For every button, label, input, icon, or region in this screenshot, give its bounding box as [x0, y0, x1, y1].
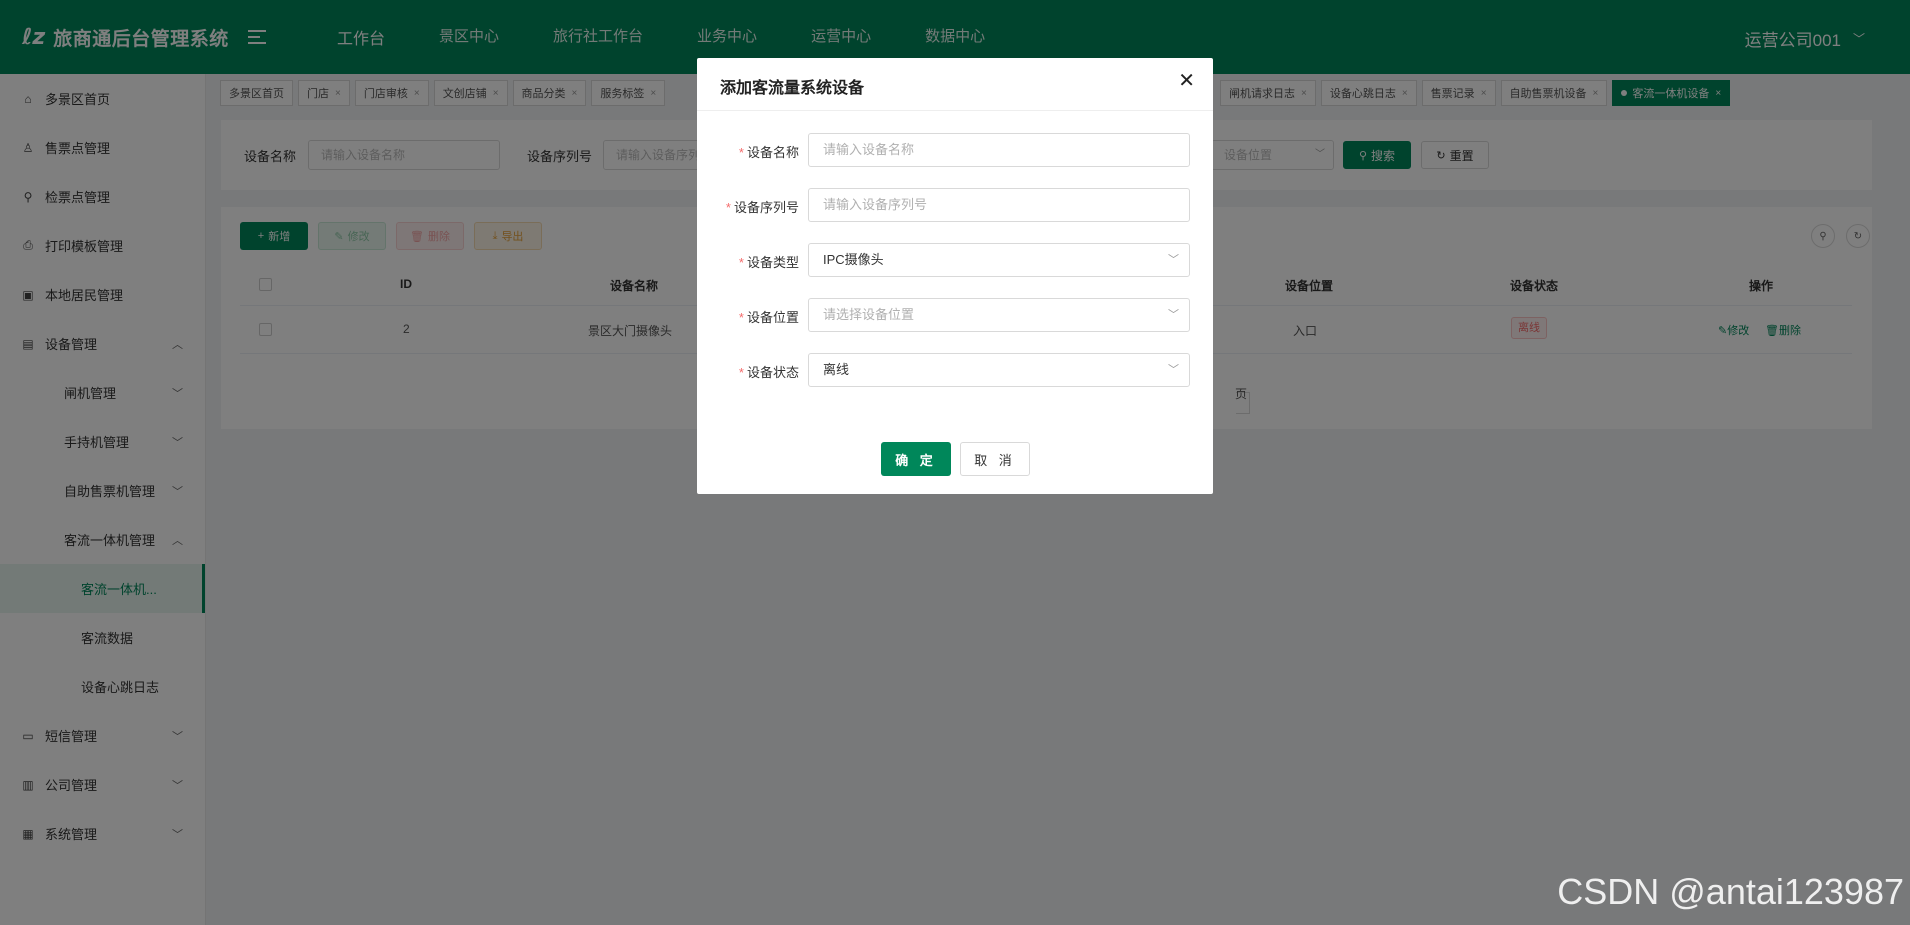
close-icon[interactable]: ✕ — [1178, 71, 1195, 91]
device-status-label: * 设备状态 — [738, 365, 799, 380]
chevron-down-icon: ﹀ — [1168, 364, 1179, 376]
device-name-input[interactable]: 请输入设备名称 — [808, 133, 1190, 167]
cancel-button[interactable]: 取 消 — [960, 442, 1030, 476]
device-location-select[interactable]: 请选择设备位置 ﹀ — [808, 298, 1190, 332]
device-type-label: * 设备类型 — [738, 255, 799, 270]
device-location-label: * 设备位置 — [738, 310, 799, 325]
watermark: CSDN @antai123987 — [1557, 871, 1904, 912]
device-serial-input[interactable]: 请输入设备序列号 — [808, 188, 1190, 222]
dialog-title: 添加客流量系统设备 — [720, 80, 865, 97]
device-status-select[interactable]: 离线 ﹀ — [808, 353, 1190, 387]
chevron-down-icon: ﹀ — [1168, 254, 1179, 266]
form-row-device-serial: * 设备序列号 请输入设备序列号 — [697, 188, 1213, 223]
chevron-down-icon: ﹀ — [1168, 309, 1179, 321]
add-device-dialog: 添加客流量系统设备 ✕ * 设备名称 请输入设备名称 * 设备序列号 请输入设备序列… — [697, 58, 1213, 494]
form-row-device-status: * 设备状态 离线 ﹀ — [697, 353, 1213, 388]
form-row-device-type: * 设备类型 IPC摄像头 ﹀ — [697, 243, 1213, 278]
form-row-device-name: * 设备名称 请输入设备名称 — [697, 133, 1213, 168]
dialog-header: 添加客流量系统设备 ✕ — [697, 58, 1213, 111]
device-type-select[interactable]: IPC摄像头 ﹀ — [808, 243, 1190, 277]
device-serial-label: * 设备序列号 — [725, 200, 799, 215]
form-row-device-location: * 设备位置 请选择设备位置 ﹀ — [697, 298, 1213, 333]
confirm-button[interactable]: 确 定 — [881, 442, 951, 476]
device-name-label: * 设备名称 — [738, 145, 799, 160]
